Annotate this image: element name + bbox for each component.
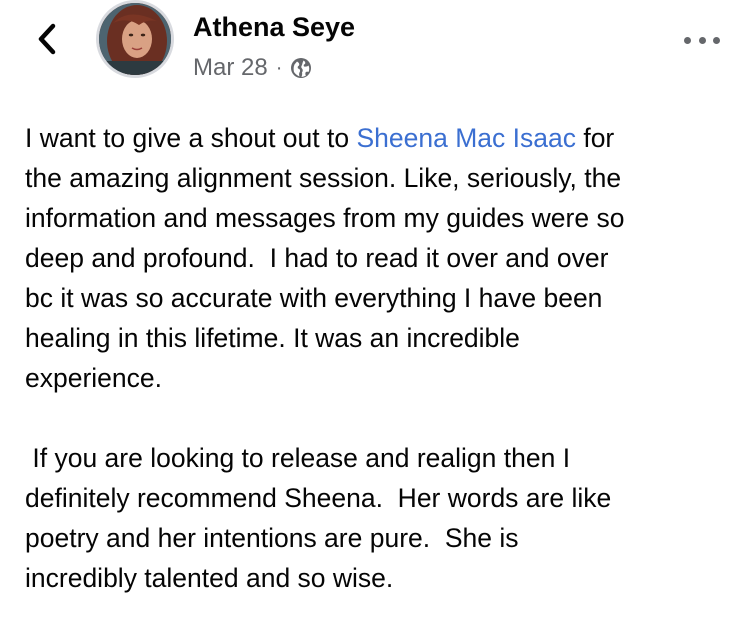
text-line: deep and profound. I had to read it over… [25, 243, 609, 273]
text-line: If you are looking to release and realig… [25, 443, 571, 473]
text-segment: I want to give a shout out to [25, 123, 357, 153]
text-line: bc it was so accurate with everything I … [25, 283, 603, 313]
author-name[interactable]: Athena Seye [193, 12, 355, 43]
post-paragraph-1: I want to give a shout out to Sheena Mac… [25, 118, 730, 398]
post-meta: Mar 28 · [193, 54, 312, 82]
globe-icon [291, 58, 312, 78]
more-dot [684, 36, 691, 44]
text-line: poetry and her intentions are pure. She … [25, 523, 519, 553]
post-date[interactable]: Mar 28 [193, 54, 268, 82]
meta-separator: · [275, 56, 283, 79]
chevron-left-icon [38, 23, 56, 55]
text-line: definitely recommend Sheena. Her words a… [25, 483, 612, 513]
back-button[interactable] [30, 22, 64, 56]
post-header: Athena Seye Mar 28 · [0, 0, 750, 100]
post-paragraph-2: If you are looking to release and realig… [25, 438, 730, 598]
more-dot [713, 36, 720, 44]
more-dot [698, 36, 706, 44]
text-line: information and messages from my guides … [25, 203, 625, 233]
avatar-image [99, 3, 171, 75]
text-line: healing in this lifetime. It was an incr… [25, 323, 520, 353]
post-text: I want to give a shout out to Sheena Mac… [25, 118, 730, 598]
text-line: I want to give a shout out to Sheena Mac… [25, 118, 730, 158]
mention-link[interactable]: Sheena Mac Isaac [356, 123, 576, 153]
text-segment: for [575, 123, 615, 153]
text-line: the amazing alignment session. Like, ser… [25, 163, 622, 193]
text-line: incredibly talented and so wise. [25, 563, 394, 593]
avatar[interactable] [96, 0, 174, 78]
more-options-button[interactable] [684, 30, 720, 50]
text-line: experience. [25, 363, 163, 393]
